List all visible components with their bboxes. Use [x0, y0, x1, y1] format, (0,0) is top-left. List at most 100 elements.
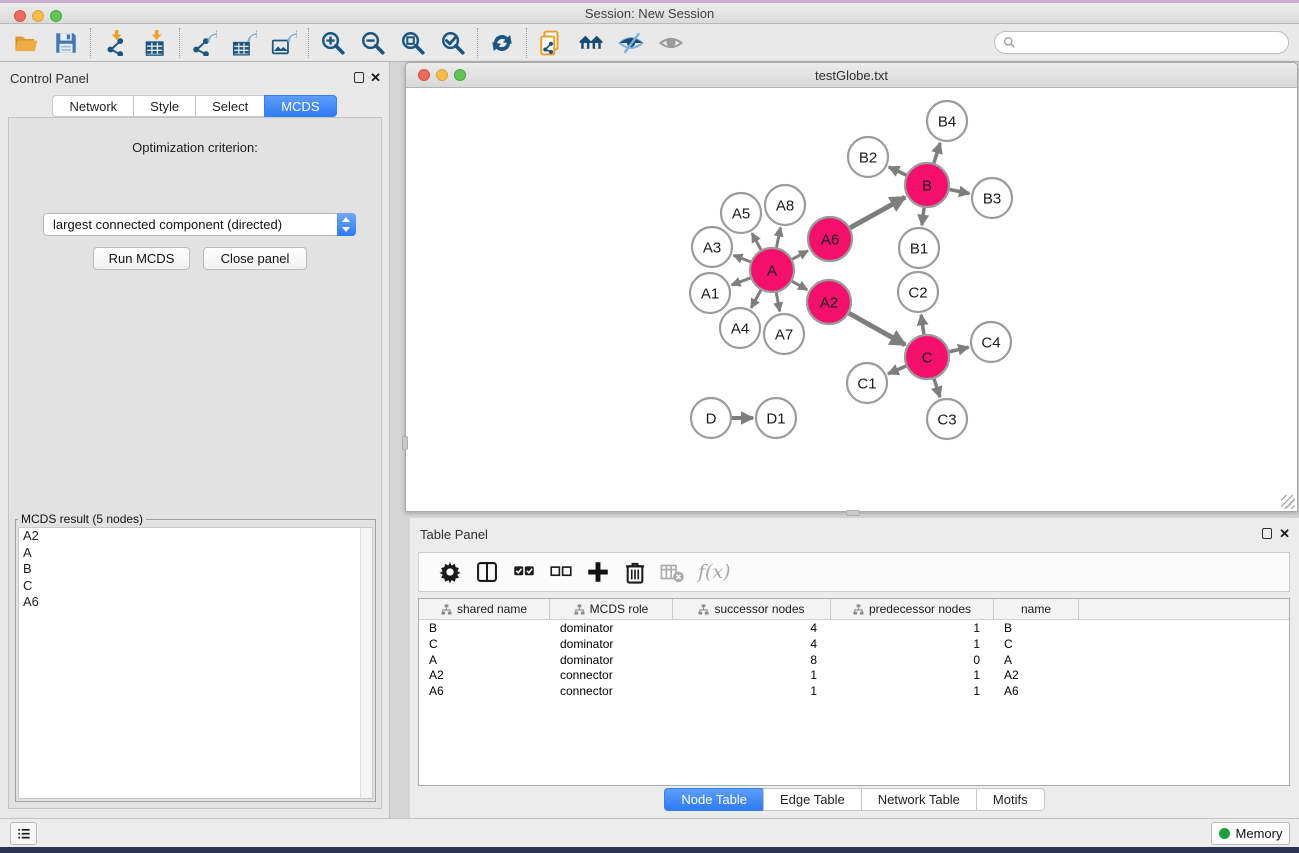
function-builder-button[interactable]: f(x)	[698, 561, 731, 583]
cell-name[interactable]: C	[994, 636, 1079, 652]
edge-B-B1[interactable]	[922, 208, 924, 225]
node-A6[interactable]: A6	[808, 217, 852, 261]
edge-A-A6[interactable]	[792, 251, 808, 259]
delete-row-button[interactable]	[616, 555, 653, 589]
cell-MCDS-role[interactable]: dominator	[550, 636, 673, 652]
export-table-button[interactable]	[224, 26, 264, 60]
cell-name[interactable]: A6	[994, 683, 1079, 699]
node-A[interactable]: A	[750, 248, 794, 292]
show-columns-button[interactable]	[468, 555, 505, 589]
refresh-button[interactable]	[482, 26, 522, 60]
node-A7[interactable]: A7	[764, 314, 804, 354]
search-field[interactable]	[994, 31, 1289, 54]
edge-A-A5[interactable]	[752, 233, 761, 250]
scrollbar-track[interactable]	[360, 528, 372, 798]
mcds-result-item[interactable]: A6	[19, 594, 372, 611]
node-B1[interactable]: B1	[899, 228, 939, 268]
cell-MCDS-role[interactable]: connector	[550, 683, 673, 699]
cell-predecessor-nodes[interactable]: 0	[831, 652, 994, 668]
mcds-result-list[interactable]: A2ABCA6	[18, 527, 373, 799]
edge-A-A2[interactable]	[792, 281, 807, 290]
tab-node-table[interactable]: Node Table	[664, 788, 763, 811]
task-history-button[interactable]	[10, 822, 37, 845]
zoom-fit-button[interactable]	[393, 26, 433, 60]
node-C[interactable]: C	[905, 335, 949, 379]
cell-name[interactable]: A2	[994, 667, 1079, 683]
close-panel-button[interactable]: Close panel	[203, 247, 307, 270]
deselect-all-button[interactable]	[542, 555, 579, 589]
column-header-MCDS-role[interactable]: MCDS role	[550, 599, 673, 619]
export-network-button[interactable]	[184, 26, 224, 60]
cell-MCDS-role[interactable]: dominator	[550, 652, 673, 668]
column-header-successor-nodes[interactable]: successor nodes	[673, 599, 831, 619]
network-canvas[interactable]: AA1A3A4A5A7A8A6A2BB1B2B3B4CC1C2C3C4DD1	[407, 89, 1296, 511]
column-header-shared-name[interactable]: shared name	[419, 599, 550, 619]
memory-button[interactable]: Memory	[1211, 822, 1290, 845]
cell-predecessor-nodes[interactable]: 1	[831, 620, 994, 636]
node-C3[interactable]: C3	[927, 399, 967, 439]
table-settings-button[interactable]	[431, 555, 468, 589]
close-panel-icon[interactable]: ✕	[370, 70, 381, 86]
close-table-panel-icon[interactable]: ✕	[1279, 526, 1290, 542]
search-input[interactable]	[1016, 36, 1288, 50]
export-image-button[interactable]	[264, 26, 304, 60]
zoom-selected-button[interactable]	[433, 26, 473, 60]
edge-B-B2[interactable]	[889, 167, 906, 175]
column-header-name[interactable]: name	[994, 599, 1079, 619]
cell-shared-name[interactable]: C	[419, 636, 550, 652]
mcds-result-item[interactable]: B	[19, 561, 372, 578]
cell-MCDS-role[interactable]: dominator	[550, 620, 673, 636]
cell-predecessor-nodes[interactable]: 1	[831, 683, 994, 699]
tab-edge-table[interactable]: Edge Table	[763, 788, 861, 811]
node-C4[interactable]: C4	[971, 322, 1011, 362]
new-network-from-selection-button[interactable]	[531, 26, 571, 60]
cell-name[interactable]: B	[994, 620, 1079, 636]
node-A5[interactable]: A5	[721, 193, 761, 233]
tab-style[interactable]: Style	[133, 95, 195, 117]
run-mcds-button[interactable]: Run MCDS	[93, 247, 190, 270]
node-D1[interactable]: D1	[756, 398, 796, 438]
cell-successor-nodes[interactable]: 4	[673, 636, 831, 652]
first-neighbors-button[interactable]	[571, 26, 611, 60]
tab-motifs[interactable]: Motifs	[976, 788, 1045, 811]
edge-C-C3[interactable]	[934, 379, 940, 397]
edge-C-C1[interactable]	[888, 366, 906, 374]
node-C2[interactable]: C2	[898, 272, 938, 312]
table-row[interactable]: Cdominator41C	[419, 636, 1289, 652]
edge-A2-C[interactable]	[849, 313, 905, 345]
edge-C-C4[interactable]	[949, 347, 968, 352]
table-row[interactable]: A6connector11A6	[419, 683, 1289, 699]
node-A1[interactable]: A1	[690, 273, 730, 313]
node-D[interactable]: D	[691, 398, 731, 438]
delete-column-button[interactable]	[653, 555, 690, 589]
cell-MCDS-role[interactable]: connector	[550, 667, 673, 683]
edge-B-B4[interactable]	[934, 143, 940, 163]
window-resize-grip[interactable]	[1281, 495, 1295, 509]
node-A2[interactable]: A2	[807, 280, 851, 324]
cell-shared-name[interactable]: A6	[419, 683, 550, 699]
cell-successor-nodes[interactable]: 8	[673, 652, 831, 668]
node-C1[interactable]: C1	[847, 363, 887, 403]
node-B4[interactable]: B4	[927, 101, 967, 141]
column-header-predecessor-nodes[interactable]: predecessor nodes	[831, 599, 994, 619]
zoom-out-button[interactable]	[353, 26, 393, 60]
table-row[interactable]: Bdominator41B	[419, 620, 1289, 636]
edge-A-A8[interactable]	[777, 228, 781, 248]
edge-A-A7[interactable]	[776, 293, 780, 312]
cell-shared-name[interactable]: A	[419, 652, 550, 668]
criterion-dropdown[interactable]: largest connected component (directed)	[43, 213, 356, 236]
import-table-button[interactable]	[135, 26, 175, 60]
tab-select[interactable]: Select	[195, 95, 264, 117]
float-panel-icon[interactable]	[354, 72, 364, 83]
import-network-button[interactable]	[95, 26, 135, 60]
hide-panels-button[interactable]	[611, 26, 651, 60]
tab-network[interactable]: Network	[52, 95, 133, 117]
cell-successor-nodes[interactable]: 4	[673, 620, 831, 636]
edge-C-C2[interactable]	[921, 315, 924, 334]
node-B3[interactable]: B3	[972, 178, 1012, 218]
edge-A6-B[interactable]	[850, 197, 905, 228]
edge-B-B3[interactable]	[950, 190, 970, 194]
split-divider-handle-horizontal[interactable]	[846, 510, 860, 516]
edge-A-A1[interactable]	[732, 278, 751, 285]
edge-A-A3[interactable]	[733, 255, 750, 262]
